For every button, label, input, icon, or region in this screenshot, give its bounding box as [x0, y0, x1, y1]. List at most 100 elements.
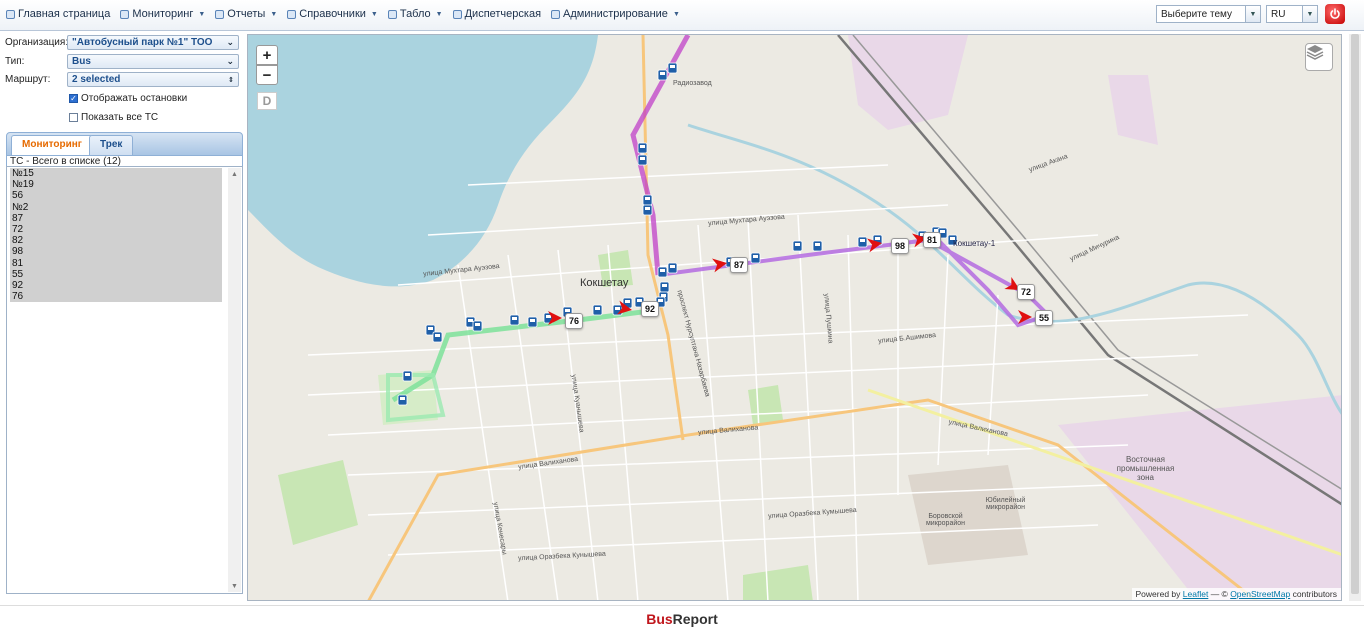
bus-badge[interactable]: 76	[565, 313, 584, 329]
bus-stop-icon[interactable]	[472, 320, 483, 332]
scroll-up-icon[interactable]: ▲	[228, 168, 241, 180]
bus-stop-icon[interactable]	[402, 370, 413, 382]
vehicle-list-item[interactable]: 56	[10, 190, 222, 201]
bus-stop-icon[interactable]	[642, 194, 653, 206]
map-view[interactable]: Кокшетау улица Мухтара Ауэзова улица Мух…	[247, 34, 1342, 601]
bus-stop-icon[interactable]	[657, 266, 668, 278]
district-label: Восточная промышленная зона	[1116, 455, 1175, 482]
menu-item-administration[interactable]: Администрирование ▼	[551, 8, 680, 20]
bus-stop-icon[interactable]	[659, 281, 670, 293]
menu-item-home[interactable]: Главная страница	[6, 8, 110, 20]
tab-monitoring[interactable]: Мониторинг	[11, 135, 93, 155]
report-icon	[215, 9, 225, 19]
bus-stop-icon[interactable]	[612, 304, 623, 316]
vehicle-list[interactable]: №15 №19 56 №2 87 72 82 98 81 55 92 76 ▲ ▼	[6, 166, 243, 594]
river	[687, 123, 1341, 415]
bus-stop-icon[interactable]	[642, 204, 653, 216]
dispatch-icon	[452, 9, 462, 19]
bus-stop-icon[interactable]	[750, 252, 761, 264]
bus-stop-icon[interactable]	[857, 236, 868, 248]
bus-stop-icon[interactable]	[509, 314, 520, 326]
menu-item-board[interactable]: Табло ▼	[387, 8, 443, 20]
scroll-down-icon[interactable]: ▼	[228, 580, 241, 592]
park	[748, 385, 783, 425]
type-select[interactable]: Bus ⌄	[67, 54, 239, 69]
leaflet-link[interactable]: Leaflet	[1183, 589, 1209, 599]
page-scrollbar[interactable]	[1349, 34, 1361, 601]
station-label: Кокшетау-1	[953, 239, 996, 248]
bus-badge[interactable]: 92	[641, 301, 660, 317]
organization-select[interactable]: "Автобусный парк №1" ТОО ⌄	[67, 35, 239, 50]
top-menu-bar: Главная страница Мониторинг ▼ Отчеты ▼ С…	[0, 0, 1364, 31]
main-menu: Главная страница Мониторинг ▼ Отчеты ▼ С…	[6, 8, 680, 20]
vehicle-list-item[interactable]: 92	[10, 280, 222, 291]
bus-badge[interactable]: 81	[923, 232, 942, 248]
menu-item-monitoring[interactable]: Мониторинг ▼	[120, 8, 205, 20]
bus-stop-icon[interactable]	[667, 62, 678, 74]
menu-item-label: Отчеты	[227, 8, 266, 20]
brand-part-1: Bus	[646, 611, 673, 627]
bus-stop-icon[interactable]	[792, 240, 803, 252]
vehicle-list-item[interactable]: 72	[10, 224, 222, 235]
show-all-checkbox-row[interactable]: Показать все ТС	[69, 112, 158, 123]
bus-stop-icon[interactable]	[637, 142, 648, 154]
bus-badge[interactable]: 98	[891, 238, 910, 254]
vehicle-list-item[interactable]: 98	[10, 246, 222, 257]
bus-stop-icon[interactable]	[657, 69, 668, 81]
scrollbar-thumb[interactable]	[1351, 34, 1359, 594]
chevron-down-icon[interactable]: ▼	[1245, 6, 1260, 22]
vehicle-list-item[interactable]: №2	[10, 202, 222, 213]
layers-icon	[1306, 45, 1324, 60]
gear-icon	[551, 9, 561, 19]
tab-track[interactable]: Трек	[89, 135, 134, 155]
language-select[interactable]: RU ▼	[1266, 5, 1318, 23]
bus-stop-icon[interactable]	[432, 331, 443, 343]
chevron-down-icon: ⌄	[226, 56, 234, 66]
theme-select[interactable]: Выберите тему ▼	[1156, 5, 1261, 23]
bus-badge[interactable]: 72	[1017, 284, 1036, 300]
bus-stop-icon[interactable]	[397, 394, 408, 406]
industrial-zone	[1108, 75, 1158, 145]
menu-item-directories[interactable]: Справочники ▼	[287, 8, 378, 20]
bus-stop-icon[interactable]	[812, 240, 823, 252]
vehicle-list-item[interactable]: №19	[10, 179, 222, 190]
osm-link[interactable]: OpenStreetMap	[1230, 589, 1290, 599]
chevron-down-icon: ▼	[270, 10, 278, 18]
logout-button[interactable]	[1325, 4, 1345, 24]
chevron-down-icon: ▼	[198, 10, 206, 18]
show-stops-checkbox-row[interactable]: ✓ Отображать остановки	[69, 93, 187, 104]
vehicle-list-scrollbar[interactable]: ▲ ▼	[228, 168, 241, 592]
draw-tool-button[interactable]: D	[257, 92, 277, 110]
bus-stop-icon[interactable]	[592, 304, 603, 316]
menu-item-reports[interactable]: Отчеты ▼	[215, 8, 277, 20]
language-select-value: RU	[1271, 8, 1286, 20]
bus-badge[interactable]: 87	[730, 257, 749, 273]
chevron-down-icon: ▼	[435, 10, 443, 18]
district-label: Боровской микрорайон	[925, 513, 966, 527]
power-icon	[1330, 8, 1340, 19]
route-select-value: 2 selected	[72, 74, 121, 85]
sort-arrows-icon: ⇕	[228, 77, 234, 84]
zoom-in-button[interactable]: +	[256, 45, 278, 65]
chevron-down-icon[interactable]: ▼	[1302, 6, 1317, 22]
bus-stop-icon[interactable]	[527, 316, 538, 328]
vehicle-list-item[interactable]: 76	[10, 291, 222, 302]
bus-stop-icon[interactable]	[667, 262, 678, 274]
menu-item-dispatch[interactable]: Диспетчерская	[452, 8, 542, 20]
show-stops-checkbox[interactable]: ✓	[69, 94, 78, 103]
pond	[278, 175, 308, 195]
zoom-out-button[interactable]: −	[256, 65, 278, 85]
vehicle-list-item[interactable]: 55	[10, 269, 222, 280]
show-all-checkbox[interactable]	[69, 113, 78, 122]
vehicle-list-item[interactable]: №15	[10, 168, 222, 179]
layers-button[interactable]	[1305, 43, 1333, 71]
vehicle-list-item[interactable]: 82	[10, 235, 222, 246]
route-multiselect[interactable]: 2 selected ⇕	[67, 72, 239, 87]
vehicle-list-item[interactable]: 81	[10, 258, 222, 269]
menu-item-label: Диспетчерская	[464, 8, 542, 20]
bus-stop-icon[interactable]	[637, 154, 648, 166]
vehicle-list-item[interactable]: 87	[10, 213, 222, 224]
brand-logo: BusReport	[0, 611, 1364, 627]
bus-badge[interactable]: 55	[1035, 310, 1054, 326]
menu-item-label: Мониторинг	[132, 8, 194, 20]
